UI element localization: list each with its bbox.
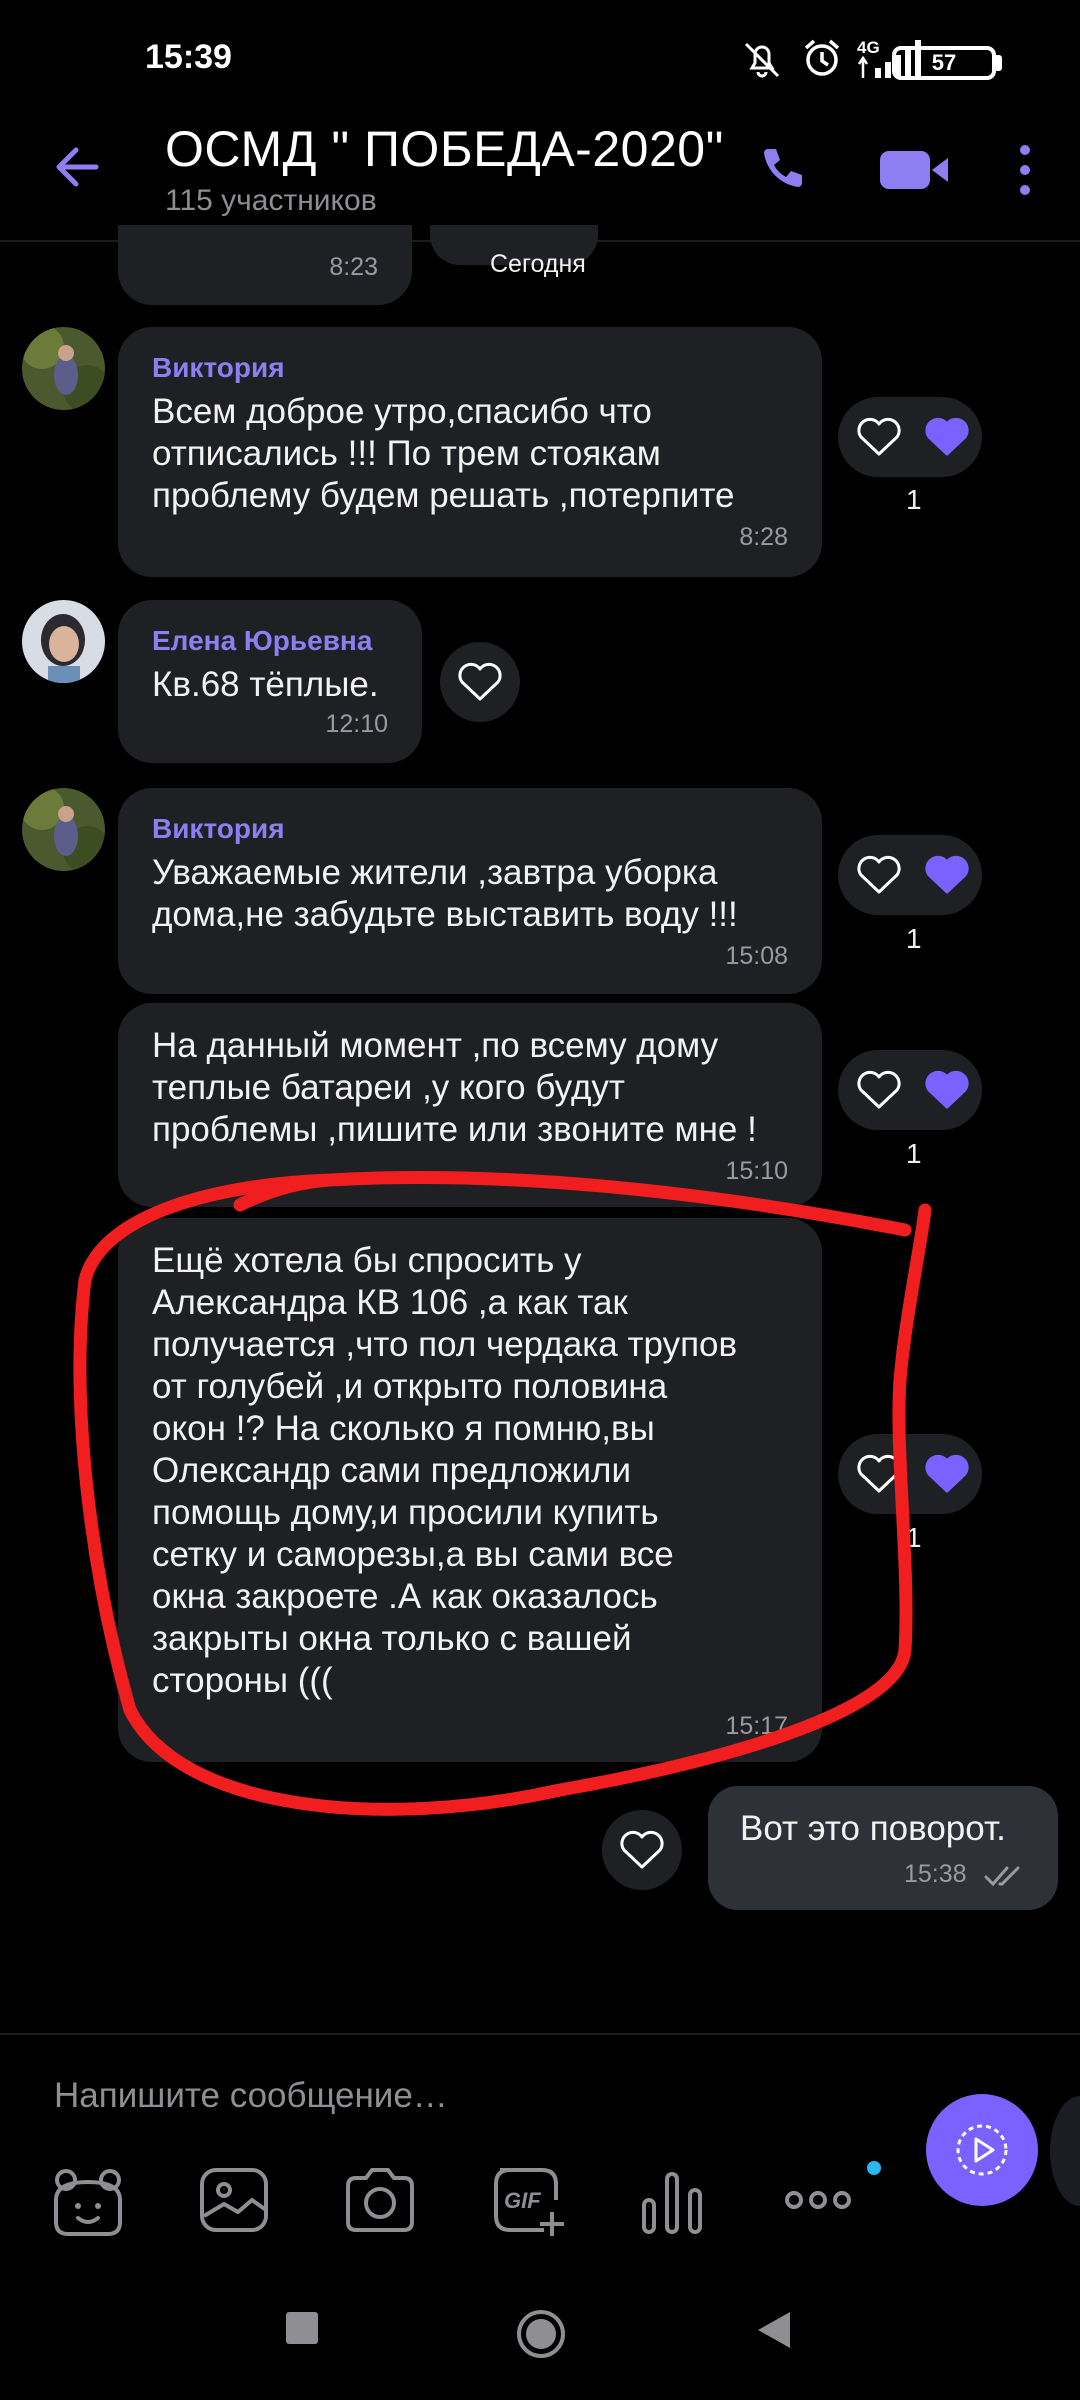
message-bubble[interactable]: 8:23: [118, 225, 412, 305]
more-vertical-icon[interactable]: [1012, 142, 1038, 198]
back-nav-button[interactable]: [756, 2310, 792, 2350]
heart-outline-icon: [458, 662, 502, 701]
message-time: 15:38: [904, 1860, 967, 1888]
phone-icon[interactable]: [756, 145, 806, 195]
avatar-viktoria-image: [22, 327, 105, 410]
message-text: Вот это поворот.: [740, 1809, 1006, 1848]
voice-record-icon: [956, 2124, 1008, 2176]
outgoing-message-bubble[interactable]: Вот это поворот. 15:38: [708, 1786, 1058, 1910]
avatar[interactable]: [22, 327, 105, 410]
camera-icon[interactable]: [340, 2160, 420, 2240]
heart-outline-icon[interactable]: [856, 417, 902, 457]
heart-filled-icon[interactable]: [924, 417, 970, 457]
sender-name: Виктория: [152, 352, 285, 383]
battery-indicator: 57: [892, 46, 996, 80]
reaction-count: 1: [906, 923, 922, 954]
sticker-bear-icon[interactable]: [48, 2160, 128, 2240]
participants-count[interactable]: 115 участников: [165, 184, 377, 218]
heart-filled-icon[interactable]: [924, 1070, 970, 1110]
reaction-count: 1: [906, 484, 922, 515]
message-bubble[interactable]: Виктория Всем доброе утро,спасибо что от…: [118, 327, 822, 577]
message-time: 15:08: [725, 942, 788, 970]
back-button[interactable]: [52, 142, 102, 192]
message-bubble[interactable]: На данный момент ,по всему дому теплые б…: [118, 1003, 822, 1207]
reactions-pill[interactable]: [838, 1050, 982, 1130]
battery-cap: [996, 55, 1002, 71]
message-time: 8:28: [739, 523, 788, 551]
avatar-viktoria-image: [22, 788, 105, 871]
voice-record-button[interactable]: [926, 2094, 1038, 2206]
chat-title[interactable]: ОСМД " ПОБЕДА-2020": [165, 120, 724, 178]
date-badge: Сегодня: [490, 250, 586, 278]
sender-name: Виктория: [152, 813, 285, 844]
heart-filled-icon[interactable]: [924, 855, 970, 895]
video-camera-icon[interactable]: [878, 145, 950, 195]
heart-filled-icon[interactable]: [924, 1454, 970, 1494]
mute-notifications-icon: [744, 42, 780, 78]
composer-divider: [0, 2033, 1080, 2035]
edge-panel-handle[interactable]: [1050, 2096, 1080, 2206]
reactions-pill[interactable]: [838, 397, 982, 477]
recents-button[interactable]: [284, 2310, 320, 2346]
message-text: Кв.68 тёплые.: [152, 665, 379, 704]
message-time: 15:17: [725, 1712, 788, 1740]
reactions-pill[interactable]: [838, 1434, 982, 1514]
status-time: 15:39: [145, 38, 232, 76]
more-horizontal-icon[interactable]: [778, 2160, 858, 2240]
new-indicator-dot: [867, 2161, 881, 2175]
gif-icon[interactable]: GIF: [486, 2160, 566, 2240]
alarm-icon: [804, 39, 840, 76]
message-bubble[interactable]: Ещё хотела бы спросить у Александра КВ 1…: [118, 1218, 822, 1762]
like-button[interactable]: [440, 642, 520, 722]
reaction-count: 1: [906, 1138, 922, 1169]
poll-icon[interactable]: [632, 2160, 712, 2240]
message-text: На данный момент ,по всему дому теплые б…: [152, 1026, 757, 1149]
avatar-elena-image: [22, 600, 105, 683]
double-check-icon: [984, 1866, 1020, 1887]
reaction-count: 1: [906, 1522, 922, 1553]
avatar[interactable]: [22, 600, 105, 683]
heart-outline-icon[interactable]: [856, 1454, 902, 1494]
svg-text:GIF: GIF: [504, 2188, 541, 2213]
reactions-pill[interactable]: [838, 835, 982, 915]
gallery-icon[interactable]: [194, 2160, 274, 2240]
message-bubble[interactable]: Виктория Уважаемые жители ,завтра уборка…: [118, 788, 822, 994]
message-bubble[interactable]: Елена Юрьевна Кв.68 тёплые. 12:10: [118, 600, 422, 763]
heart-outline-icon[interactable]: [856, 1070, 902, 1110]
home-button[interactable]: [515, 2308, 567, 2360]
sender-name: Елена Юрьевна: [152, 625, 373, 656]
like-button[interactable]: [602, 1810, 682, 1890]
heart-outline-icon: [620, 1830, 664, 1869]
message-text: Ещё хотела бы спросить у Александра КВ 1…: [152, 1241, 738, 1700]
heart-outline-icon[interactable]: [856, 855, 902, 895]
message-input[interactable]: [52, 2075, 856, 2117]
message-time: 12:10: [325, 710, 388, 738]
message-time: 15:10: [725, 1157, 788, 1185]
message-text: Уважаемые жители ,завтра уборка дома,не …: [152, 853, 738, 934]
message-time: 8:23: [329, 253, 378, 281]
message-text: Всем доброе утро,спасибо что отписались …: [152, 392, 735, 515]
avatar[interactable]: [22, 788, 105, 871]
